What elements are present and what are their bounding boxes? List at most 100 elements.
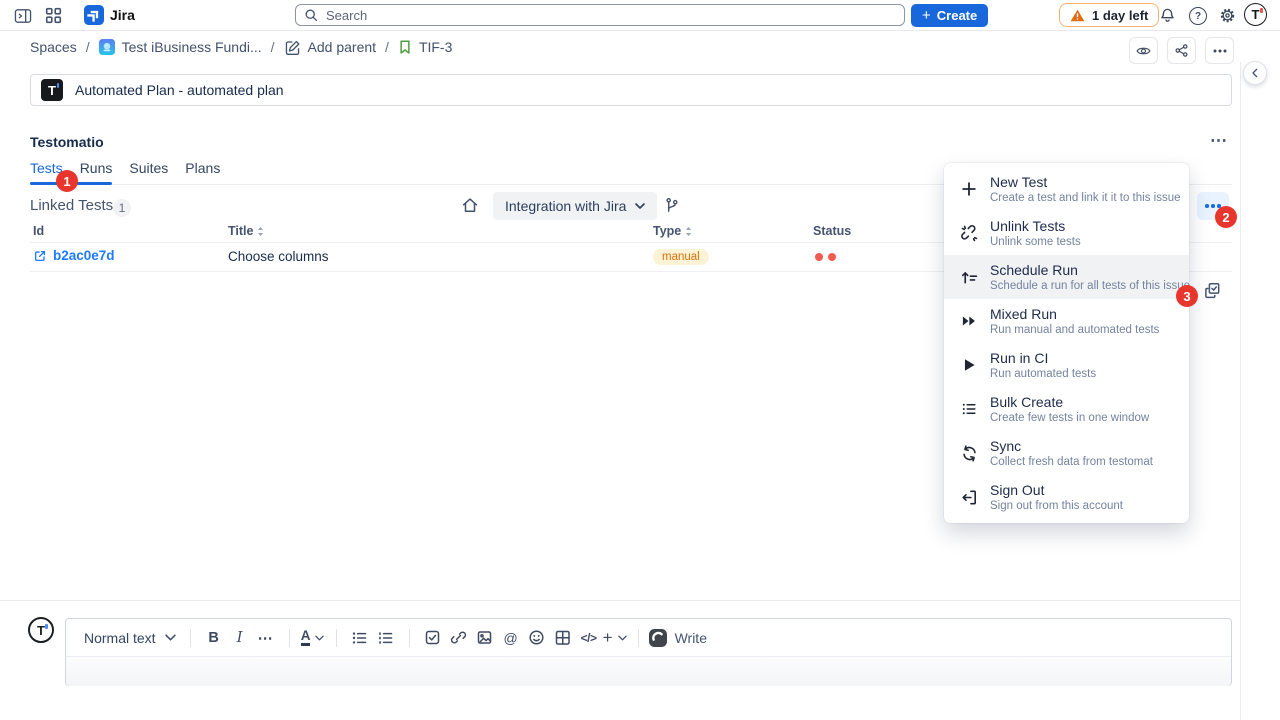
plus-icon bbox=[959, 179, 979, 199]
menu-item-mixed-run[interactable]: Mixed Run Run manual and automated tests bbox=[944, 299, 1189, 343]
copy-check-icon[interactable] bbox=[1203, 281, 1222, 300]
home-icon[interactable] bbox=[461, 196, 479, 214]
italic-glyph: I bbox=[237, 630, 243, 646]
write-label: Write bbox=[675, 630, 707, 646]
help-icon[interactable]: ? bbox=[1189, 7, 1207, 25]
breadcrumb-issue[interactable]: TIF-3 bbox=[398, 39, 452, 55]
sort-icon bbox=[685, 226, 692, 237]
emoji-button[interactable] bbox=[524, 625, 550, 651]
menu-item-subtitle: Unlink some tests bbox=[990, 235, 1081, 249]
column-header-type[interactable]: Type bbox=[653, 224, 692, 238]
text-format-more-button[interactable]: ⋯ bbox=[253, 625, 279, 651]
app-switcher-icon[interactable] bbox=[44, 7, 62, 24]
linked-tests-count-badge: 1 bbox=[113, 199, 131, 217]
table-button[interactable] bbox=[550, 625, 576, 651]
menu-item-bulk-create[interactable]: Bulk Create Create few tests in one wind… bbox=[944, 387, 1189, 431]
menu-item-title: Sign Out bbox=[990, 482, 1123, 499]
menu-item-new-test[interactable]: New Test Create a test and link it it to… bbox=[944, 167, 1189, 211]
plus-icon: + bbox=[922, 8, 931, 23]
text-style-dropdown[interactable]: Normal text bbox=[80, 625, 180, 651]
menu-item-sign-out[interactable]: Sign Out Sign out from this account bbox=[944, 475, 1189, 519]
search-input[interactable] bbox=[324, 7, 896, 24]
page-actions bbox=[1129, 37, 1234, 64]
breadcrumb-separator: / bbox=[86, 39, 90, 55]
menu-item-title: Mixed Run bbox=[990, 306, 1159, 323]
plus-icon: + bbox=[603, 628, 613, 648]
test-id-link[interactable]: b2ac0e7d bbox=[33, 248, 115, 263]
link-button[interactable] bbox=[446, 625, 472, 651]
chevron-down-icon bbox=[635, 203, 645, 209]
editor-content-area[interactable] bbox=[66, 657, 1231, 686]
tab-suites[interactable]: Suites bbox=[129, 160, 168, 184]
jira-logo-icon[interactable] bbox=[84, 5, 104, 25]
sign-out-icon bbox=[959, 487, 979, 507]
image-button[interactable] bbox=[472, 625, 498, 651]
task-checkbox-button[interactable] bbox=[420, 625, 446, 651]
trial-label: 1 day left bbox=[1092, 8, 1148, 23]
avatar-letter: T bbox=[37, 623, 45, 638]
sort-icon bbox=[257, 226, 264, 237]
breadcrumb-spaces[interactable]: Spaces bbox=[30, 39, 77, 55]
content-divider bbox=[0, 600, 1240, 601]
user-avatar[interactable]: T bbox=[1244, 3, 1267, 26]
search-icon bbox=[304, 8, 318, 22]
settings-gear-icon[interactable] bbox=[1218, 7, 1236, 24]
bookmark-icon bbox=[398, 39, 412, 55]
help-glyph: ? bbox=[1195, 11, 1201, 22]
bold-glyph: B bbox=[208, 630, 218, 646]
plan-filter-dropdown[interactable]: Integration with Jira bbox=[493, 192, 657, 220]
menu-item-unlink-tests[interactable]: Unlink Tests Unlink some tests bbox=[944, 211, 1189, 255]
branch-icon[interactable] bbox=[664, 196, 679, 214]
column-header-title[interactable]: Title bbox=[228, 224, 264, 238]
edit-pencil-icon bbox=[284, 39, 301, 56]
code-button[interactable]: </> bbox=[576, 625, 602, 651]
menu-item-subtitle: Collect fresh data from testomat bbox=[990, 455, 1153, 469]
breadcrumb: Spaces / Test iBusiness Fundi... / Add p… bbox=[0, 30, 1240, 64]
trial-countdown-badge[interactable]: 1 day left bbox=[1059, 3, 1159, 27]
insert-more-button[interactable]: + bbox=[602, 625, 628, 651]
more-actions-button[interactable] bbox=[1205, 37, 1234, 64]
bulk-list-icon bbox=[959, 399, 979, 419]
breadcrumb-space[interactable]: Test iBusiness Fundi... bbox=[99, 39, 262, 55]
column-header-label: Id bbox=[33, 224, 44, 238]
breadcrumb-add-parent[interactable]: Add parent bbox=[284, 39, 377, 56]
test-id-label: b2ac0e7d bbox=[53, 248, 115, 263]
test-title[interactable]: Choose columns bbox=[228, 249, 329, 264]
menu-item-title: Bulk Create bbox=[990, 394, 1149, 411]
annotation-step-1: 1 bbox=[56, 170, 78, 192]
notifications-bell-icon[interactable] bbox=[1158, 7, 1176, 24]
collapse-panel-button[interactable] bbox=[1243, 61, 1267, 85]
breadcrumb-add-parent-label: Add parent bbox=[308, 39, 377, 55]
menu-item-run-in-ci[interactable]: Run in CI Run automated tests bbox=[944, 343, 1189, 387]
write-logo-icon bbox=[649, 629, 667, 647]
tab-plans[interactable]: Plans bbox=[185, 160, 220, 184]
write-button[interactable]: Write bbox=[649, 629, 707, 647]
search-field bbox=[295, 4, 905, 26]
share-button[interactable] bbox=[1167, 37, 1196, 64]
panel-more-icon[interactable]: ⋯ bbox=[1210, 131, 1228, 151]
column-header-status[interactable]: Status bbox=[813, 224, 851, 238]
comment-author-avatar: T bbox=[28, 617, 54, 643]
automated-plan-card[interactable]: T Automated Plan - automated plan bbox=[30, 74, 1232, 106]
text-color-button[interactable]: A bbox=[300, 625, 326, 651]
watch-eye-button[interactable] bbox=[1129, 37, 1158, 64]
menu-item-subtitle: Create few tests in one window bbox=[990, 411, 1149, 425]
bullet-list-button[interactable] bbox=[347, 625, 373, 651]
menu-item-sync[interactable]: Sync Collect fresh data from testomat bbox=[944, 431, 1189, 475]
sidebar-toggle-icon[interactable] bbox=[14, 7, 32, 24]
tab-runs[interactable]: Runs bbox=[80, 160, 113, 184]
column-header-id[interactable]: Id bbox=[33, 224, 44, 238]
status-dot bbox=[815, 253, 823, 261]
italic-button[interactable]: I bbox=[227, 625, 253, 651]
menu-item-subtitle: Run automated tests bbox=[990, 367, 1096, 381]
chevron-down-icon bbox=[165, 634, 176, 641]
numbered-list-button[interactable] bbox=[373, 625, 399, 651]
warning-icon bbox=[1070, 9, 1085, 22]
breadcrumb-issue-label: TIF-3 bbox=[419, 39, 452, 55]
create-button[interactable]: + Create bbox=[911, 4, 988, 27]
bold-button[interactable]: B bbox=[201, 625, 227, 651]
code-glyph: </> bbox=[581, 631, 597, 645]
comment-editor: Normal text B I ⋯ A bbox=[65, 618, 1232, 686]
mention-button[interactable]: @ bbox=[498, 625, 524, 651]
menu-item-schedule-run[interactable]: Schedule Run Schedule a run for all test… bbox=[944, 255, 1189, 299]
